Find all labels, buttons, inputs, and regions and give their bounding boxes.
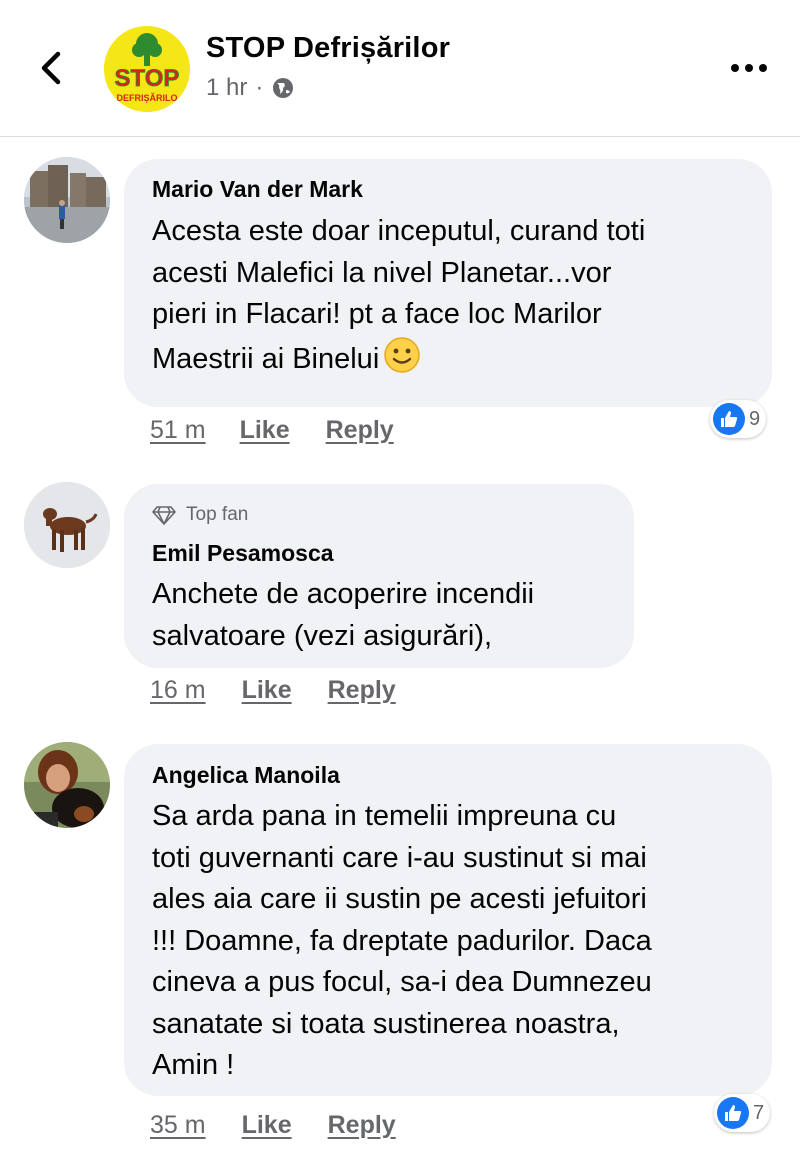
stop-logo-icon: STOP DEFRIȘĂRILO: [104, 26, 190, 112]
reaction-summary[interactable]: 9: [710, 400, 767, 438]
comment-text: Sa arda pana in temelii impreuna cu toti…: [152, 800, 652, 1081]
reply-button[interactable]: Reply: [328, 1111, 396, 1140]
page-logo[interactable]: STOP DEFRIȘĂRILO: [104, 26, 190, 112]
reaction-count: 7: [753, 1101, 765, 1124]
diamond-icon: [152, 506, 176, 525]
comment-author[interactable]: Mario Van der Mark: [152, 176, 363, 203]
comment-author[interactable]: Angelica Manoila: [152, 762, 340, 789]
like-reaction-icon: [713, 403, 745, 435]
post-header: STOP DEFRIȘĂRILO STOP Defrișărilor 1 hr …: [0, 0, 800, 137]
comment-time[interactable]: 16 m: [150, 676, 206, 705]
comment-actions: 35 m Like Reply: [150, 1111, 396, 1140]
comment-author[interactable]: Emil Pesamosca: [152, 540, 334, 567]
comment-bubble: Mario Van der Mark Acesta este doar ince…: [124, 159, 772, 407]
avatar-angelica[interactable]: [24, 742, 110, 828]
comment-time[interactable]: 35 m: [150, 1111, 206, 1140]
post-meta: 1 hr ·: [206, 74, 295, 102]
reply-button[interactable]: Reply: [328, 676, 396, 705]
comment-bubble: Top fan Emil Pesamosca Anchete de acoper…: [124, 484, 634, 668]
back-arrow-icon[interactable]: [36, 48, 66, 88]
more-options-icon[interactable]: [728, 58, 770, 78]
reply-button[interactable]: Reply: [326, 416, 394, 445]
logo-stop-text: STOP: [115, 65, 180, 92]
avatar-dog-icon: [24, 482, 110, 568]
avatar-emil[interactable]: [24, 482, 110, 568]
meta-separator: ·: [255, 74, 264, 101]
like-button[interactable]: Like: [242, 1111, 292, 1140]
avatar-mario[interactable]: [24, 157, 110, 243]
post-time: 1 hr: [206, 74, 248, 101]
comment-text: Anchete de acoperire incendii salvatoare…: [152, 578, 535, 652]
reaction-summary[interactable]: 7: [714, 1094, 771, 1132]
page-name[interactable]: STOP Defrișărilor: [206, 32, 450, 65]
top-fan-badge: Top fan: [152, 504, 248, 526]
slightly-smiling-face-icon: [384, 336, 421, 373]
comment-actions: 51 m Like Reply: [150, 416, 394, 445]
comment-time[interactable]: 51 m: [150, 416, 206, 445]
reaction-count: 9: [749, 407, 761, 430]
avatar-woman-dog-icon: [24, 742, 110, 828]
like-button[interactable]: Like: [240, 416, 290, 445]
comment-text: Acesta este doar inceputul, curand toti …: [152, 211, 645, 380]
like-button[interactable]: Like: [242, 676, 292, 705]
globe-icon: [273, 78, 294, 98]
comment-bubble: Angelica Manoila Sa arda pana in temelii…: [124, 744, 772, 1096]
logo-bottom-text: DEFRIȘĂRILO: [116, 93, 177, 103]
top-fan-label: Top fan: [186, 504, 249, 525]
like-reaction-icon: [717, 1097, 749, 1129]
comment-actions: 16 m Like Reply: [150, 676, 396, 705]
avatar-photo-icon: [24, 157, 110, 243]
